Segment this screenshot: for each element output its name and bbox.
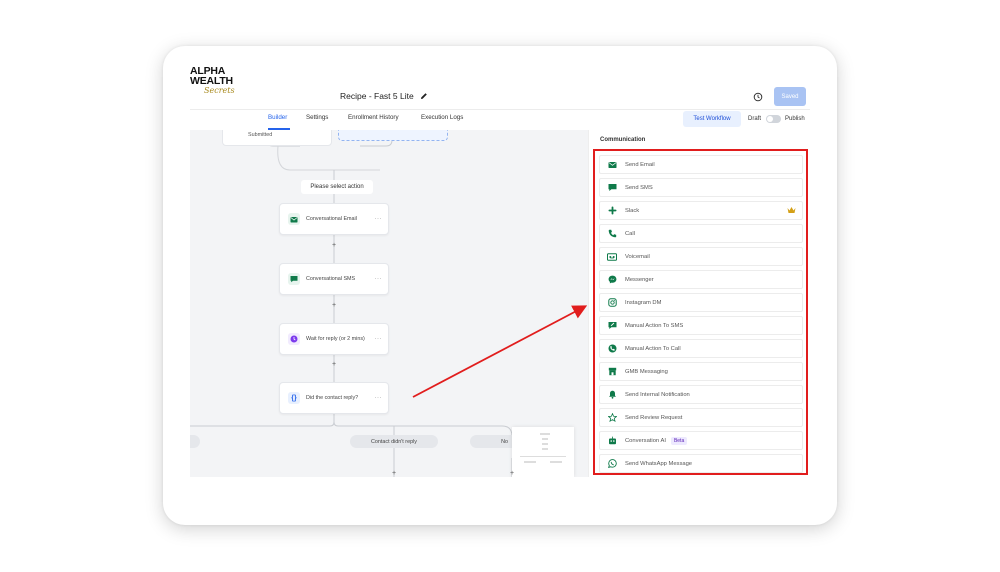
condition-node-did-contact-reply[interactable]: {} Did the contact reply? ···	[279, 382, 389, 414]
envelope-icon	[288, 213, 300, 225]
action-item-label: Conversation AI	[625, 437, 666, 444]
manual-sms-icon	[606, 320, 618, 332]
action-node-wait-for-reply[interactable]: Wait for reply (or 2 mins) ···	[279, 323, 389, 355]
slack-icon	[606, 205, 618, 217]
logo-top-text: ALPHA WEALTH	[190, 65, 233, 87]
test-workflow-button[interactable]: Test Workflow	[683, 111, 741, 127]
action-item-label: GMB Messaging	[625, 368, 668, 375]
action-item-send-email[interactable]: Send Email	[599, 155, 803, 174]
action-item-send-review-request[interactable]: Send Review Request	[599, 408, 803, 427]
node-menu-icon[interactable]: ···	[375, 276, 383, 282]
beta-badge: Beta	[670, 436, 688, 445]
action-item-label: Call	[625, 230, 635, 237]
add-step-plus-icon[interactable]: +	[510, 470, 514, 477]
action-item-label: Send Internal Notification	[625, 391, 690, 398]
chat-icon	[288, 273, 300, 285]
voicemail-icon	[606, 251, 618, 263]
action-item-gmb-messaging[interactable]: GMB Messaging	[599, 362, 803, 381]
select-action-label: Please select action	[301, 180, 373, 194]
action-item-manual-action-call[interactable]: Manual Action To Call	[599, 339, 803, 358]
star-icon	[606, 412, 618, 424]
action-node-conversational-email[interactable]: Conversational Email ···	[279, 203, 389, 235]
tab-settings[interactable]: Settings	[306, 114, 328, 121]
node-label: Did the contact reply?	[306, 395, 359, 401]
connector-lines	[190, 130, 513, 477]
clock-icon	[288, 333, 300, 345]
action-item-label: Manual Action To SMS	[625, 322, 684, 329]
action-item-label: Send WhatsApp Message	[625, 460, 693, 467]
publish-toggle[interactable]	[766, 115, 781, 123]
whatsapp-icon	[606, 458, 618, 470]
add-step-plus-icon[interactable]: +	[392, 470, 396, 477]
braces-icon: {}	[288, 392, 300, 404]
add-step-plus-icon[interactable]: +	[332, 361, 336, 368]
action-item-messenger[interactable]: Messenger	[599, 270, 803, 289]
history-icon[interactable]	[753, 92, 763, 102]
screenshot-card: ALPHA WEALTH Secrets Recipe - Fast 5 Lit…	[163, 46, 837, 525]
workflow-canvas[interactable]: Submitted Please select action Conversat…	[190, 130, 588, 477]
header-divider	[190, 109, 810, 110]
action-item-label: Slack	[625, 207, 640, 214]
node-label: Wait for reply (or 2 mins)	[306, 336, 365, 342]
action-item-label: Send SMS	[625, 184, 653, 191]
edit-pencil-icon[interactable]	[420, 92, 428, 100]
brand-logo: ALPHA WEALTH Secrets	[190, 65, 260, 95]
tab-execution-logs[interactable]: Execution Logs	[421, 114, 463, 121]
branch-pill-no-reply[interactable]: Contact didn't reply	[350, 435, 438, 448]
tab-builder[interactable]: Builder	[268, 114, 287, 121]
workflow-title: Recipe - Fast 5 Lite	[340, 91, 428, 101]
chat-icon	[606, 182, 618, 194]
actions-panel: Communication Send Email Send SMS Slack …	[588, 130, 810, 477]
action-item-send-internal-notification[interactable]: Send Internal Notification	[599, 385, 803, 404]
action-item-label: Messenger	[625, 276, 654, 283]
action-item-label: Send Email	[625, 161, 655, 168]
add-step-plus-icon[interactable]: +	[332, 242, 336, 249]
store-icon	[606, 366, 618, 378]
action-item-instagram-dm[interactable]: Instagram DM	[599, 293, 803, 312]
minimap[interactable]	[512, 427, 574, 477]
add-trigger-node[interactable]	[338, 130, 448, 141]
robot-icon	[606, 435, 618, 447]
crown-icon	[787, 207, 796, 213]
action-item-manual-action-sms[interactable]: Manual Action To SMS	[599, 316, 803, 335]
action-item-slack[interactable]: Slack	[599, 201, 803, 220]
action-item-voicemail[interactable]: Voicemail	[599, 247, 803, 266]
node-label: Conversational SMS	[306, 276, 356, 282]
action-item-conversation-ai[interactable]: Conversation AI Beta	[599, 431, 803, 450]
trigger-node-text: Submitted	[248, 132, 273, 138]
node-menu-icon[interactable]: ···	[375, 395, 383, 401]
action-item-send-sms[interactable]: Send SMS	[599, 178, 803, 197]
trigger-node[interactable]: Submitted	[222, 130, 332, 146]
add-step-plus-icon[interactable]: +	[332, 302, 336, 309]
instagram-icon	[606, 297, 618, 309]
node-menu-icon[interactable]: ···	[375, 336, 383, 342]
publish-label: Publish	[785, 116, 805, 122]
draft-label: Draft	[748, 116, 762, 122]
workflow-title-text: Recipe - Fast 5 Lite	[340, 91, 414, 101]
messenger-icon	[606, 274, 618, 286]
manual-call-icon	[606, 343, 618, 355]
saved-button[interactable]: Saved	[774, 87, 806, 106]
logo-script-text: Secrets	[204, 86, 235, 95]
action-item-label: Send Review Request	[625, 414, 683, 421]
bell-icon	[606, 389, 618, 401]
action-item-call[interactable]: Call	[599, 224, 803, 243]
action-item-label: Manual Action To Call	[625, 345, 681, 352]
action-node-conversational-sms[interactable]: Conversational SMS ···	[279, 263, 389, 295]
phone-icon	[606, 228, 618, 240]
node-label: Conversational Email	[306, 216, 357, 222]
tab-enrollment-history[interactable]: Enrollment History	[348, 114, 399, 121]
action-item-send-whatsapp[interactable]: Send WhatsApp Message	[599, 454, 803, 473]
action-item-label: Instagram DM	[625, 299, 662, 306]
action-item-label: Voicemail	[625, 253, 650, 260]
envelope-icon	[606, 159, 618, 171]
node-menu-icon[interactable]: ···	[375, 216, 383, 222]
panel-section-title: Communication	[600, 137, 646, 143]
